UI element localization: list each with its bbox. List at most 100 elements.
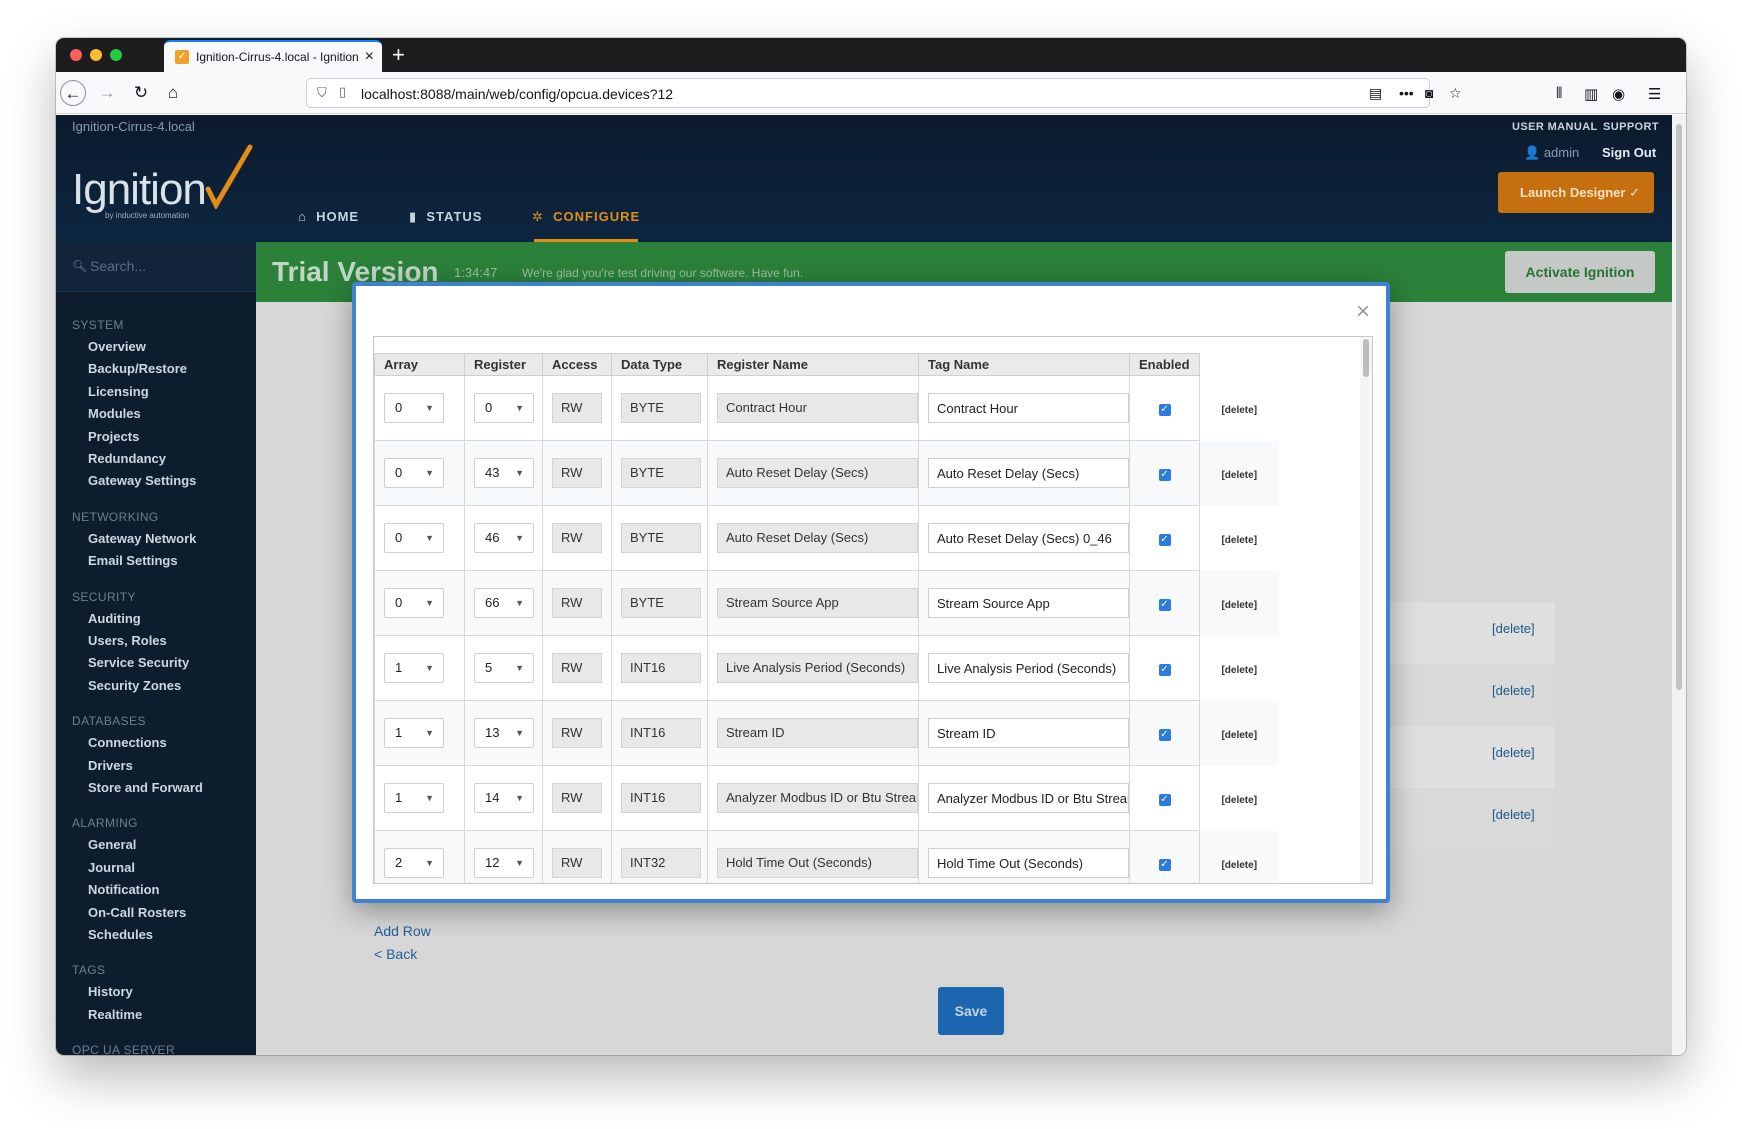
enabled-checkbox[interactable]: ✓ <box>1158 534 1171 546</box>
back-arrow-icon[interactable]: ← <box>60 80 86 106</box>
nav-configure[interactable]: ✲ CONFIGURE <box>532 209 640 225</box>
register-select[interactable]: 13 ▼ <box>474 718 534 748</box>
support-link[interactable]: SUPPORT <box>1603 121 1659 133</box>
close-window-button[interactable] <box>70 49 82 61</box>
array-select[interactable]: 0 ▼ <box>384 393 444 423</box>
account-icon[interactable]: ◉ <box>1612 85 1625 103</box>
array-select[interactable]: 0 ▼ <box>384 458 444 488</box>
table-scrollbar-thumb[interactable] <box>1363 339 1369 377</box>
tag-name-input[interactable] <box>928 458 1129 488</box>
forward-arrow-icon[interactable]: → <box>94 80 120 106</box>
table-row: 0▼46▼RWBYTEAuto Reset Delay (Secs)✓[dele… <box>374 505 1279 571</box>
reload-icon[interactable]: ↻ <box>128 80 154 106</box>
array-select[interactable]: 2 ▼ <box>384 848 444 878</box>
home-icon[interactable]: ⌂ <box>160 80 186 106</box>
bookmark-star-icon[interactable]: ☆ <box>1449 85 1462 102</box>
ignition-logo[interactable]: Ignition by inductive automation <box>72 143 253 223</box>
menu-icon[interactable]: ☰ <box>1648 85 1661 103</box>
row-delete-link[interactable]: [delete] <box>1221 730 1257 741</box>
sidebar-item-connections[interactable]: Connections <box>88 735 167 750</box>
sidebar-item-redundancy[interactable]: Redundancy <box>88 451 166 466</box>
enabled-checkbox[interactable]: ✓ <box>1158 404 1171 416</box>
sidebar-item-overview[interactable]: Overview <box>88 339 146 354</box>
array-select[interactable]: 0 ▼ <box>384 588 444 618</box>
sidebar-item-schedules[interactable]: Schedules <box>88 927 153 942</box>
sidebar-item-history[interactable]: History <box>88 984 133 999</box>
browser-tab[interactable]: ✓ Ignition-Cirrus-4.local - Ignition × <box>164 40 382 72</box>
enabled-checkbox[interactable]: ✓ <box>1158 729 1171 741</box>
register-select[interactable]: 14 ▼ <box>474 783 534 813</box>
library-icon[interactable]: ⫴ <box>1556 85 1562 102</box>
sidebar-item-store-and-forward[interactable]: Store and Forward <box>88 780 203 795</box>
sidebar-toggle-icon[interactable]: ▥ <box>1584 85 1598 103</box>
row-delete-link[interactable]: [delete] <box>1221 665 1257 676</box>
enabled-checkbox[interactable]: ✓ <box>1158 469 1171 481</box>
register-select[interactable]: 0 ▼ <box>474 393 534 423</box>
nav-home[interactable]: ⌂ HOME <box>298 209 359 224</box>
sidebar-item-realtime[interactable]: Realtime <box>88 1007 142 1022</box>
sidebar-item-users-roles[interactable]: Users, Roles <box>88 633 167 648</box>
array-select[interactable]: 1 ▼ <box>384 718 444 748</box>
row-delete-link[interactable]: [delete] <box>1221 470 1257 481</box>
sidebar-item-gateway-network[interactable]: Gateway Network <box>88 531 196 546</box>
tag-name-input[interactable] <box>928 718 1129 748</box>
tag-name-input[interactable] <box>928 393 1129 423</box>
tag-name-input[interactable] <box>928 848 1129 878</box>
more-actions-icon[interactable]: ••• <box>1399 85 1414 101</box>
row-delete-link[interactable]: [delete] <box>1221 405 1257 416</box>
enabled-checkbox[interactable]: ✓ <box>1158 859 1171 871</box>
pocket-icon[interactable]: ◙ <box>1425 85 1433 101</box>
sign-out-link[interactable]: Sign Out <box>1602 145 1656 160</box>
new-tab-button[interactable]: + <box>392 42 405 68</box>
sidebar-item-gateway-settings[interactable]: Gateway Settings <box>88 473 196 488</box>
minimize-window-button[interactable] <box>90 49 102 61</box>
zoom-window-button[interactable] <box>110 49 122 61</box>
tag-name-input[interactable] <box>928 588 1129 618</box>
tag-name-input[interactable] <box>928 653 1129 683</box>
sidebar-item-security-zones[interactable]: Security Zones <box>88 678 181 693</box>
reader-view-icon[interactable]: ▤ <box>1369 85 1382 102</box>
sidebar-item-notification[interactable]: Notification <box>88 882 160 897</box>
sidebar-item-auditing[interactable]: Auditing <box>88 611 141 626</box>
sidebar-item-on-call-rosters[interactable]: On-Call Rosters <box>88 905 186 920</box>
row-delete-link[interactable]: [delete] <box>1221 600 1257 611</box>
row-delete-link[interactable]: [delete] <box>1221 795 1257 806</box>
sidebar-item-drivers[interactable]: Drivers <box>88 758 133 773</box>
sidebar-item-journal[interactable]: Journal <box>88 860 135 875</box>
tag-name-input[interactable] <box>928 783 1129 813</box>
page-info-icon[interactable]: ▯ <box>339 84 346 100</box>
launch-designer-button[interactable]: Launch Designer ✓ <box>1498 172 1654 213</box>
register-select[interactable]: 12 ▼ <box>474 848 534 878</box>
sidebar-item-service-security[interactable]: Service Security <box>88 655 189 670</box>
array-select[interactable]: 1 ▼ <box>384 783 444 813</box>
row-delete-link[interactable]: [delete] <box>1221 535 1257 546</box>
close-icon[interactable]: × <box>1356 300 1370 324</box>
sidebar-item-backup-restore[interactable]: Backup/Restore <box>88 361 187 376</box>
sidebar-item-general[interactable]: General <box>88 837 136 852</box>
tab-close-icon[interactable]: × <box>365 48 374 66</box>
register-select[interactable]: 66 ▼ <box>474 588 534 618</box>
enabled-checkbox[interactable]: ✓ <box>1158 664 1171 676</box>
table-scrollbar[interactable] <box>1360 337 1372 883</box>
row-delete-link[interactable]: [delete] <box>1221 860 1257 871</box>
search-input[interactable] <box>90 254 240 278</box>
register-select[interactable]: 5 ▼ <box>474 653 534 683</box>
array-select[interactable]: 1 ▼ <box>384 653 444 683</box>
page-scrollbar-thumb[interactable] <box>1676 124 1682 690</box>
address-bar[interactable]: ⛉ ▯ localhost:8088/main/web/config/opcua… <box>306 78 1462 108</box>
sidebar-item-email-settings[interactable]: Email Settings <box>88 553 178 568</box>
register-select[interactable]: 46 ▼ <box>474 523 534 553</box>
table-header-row: Array Register Access Data Type Register… <box>374 353 1279 376</box>
sidebar-item-modules[interactable]: Modules <box>88 406 141 421</box>
register-select[interactable]: 43 ▼ <box>474 458 534 488</box>
nav-status[interactable]: ▮ STATUS <box>409 209 482 225</box>
array-select[interactable]: 0 ▼ <box>384 523 444 553</box>
tracking-shield-icon[interactable]: ⛉ <box>317 85 327 101</box>
tag-name-input[interactable] <box>928 523 1129 553</box>
sidebar-item-projects[interactable]: Projects <box>88 429 139 444</box>
enabled-checkbox[interactable]: ✓ <box>1158 794 1171 806</box>
enabled-checkbox[interactable]: ✓ <box>1158 599 1171 611</box>
user-manual-link[interactable]: USER MANUAL <box>1512 121 1598 133</box>
sidebar-item-licensing[interactable]: Licensing <box>88 384 149 399</box>
url-text[interactable]: localhost:8088/main/web/config/opcua.dev… <box>361 86 673 102</box>
